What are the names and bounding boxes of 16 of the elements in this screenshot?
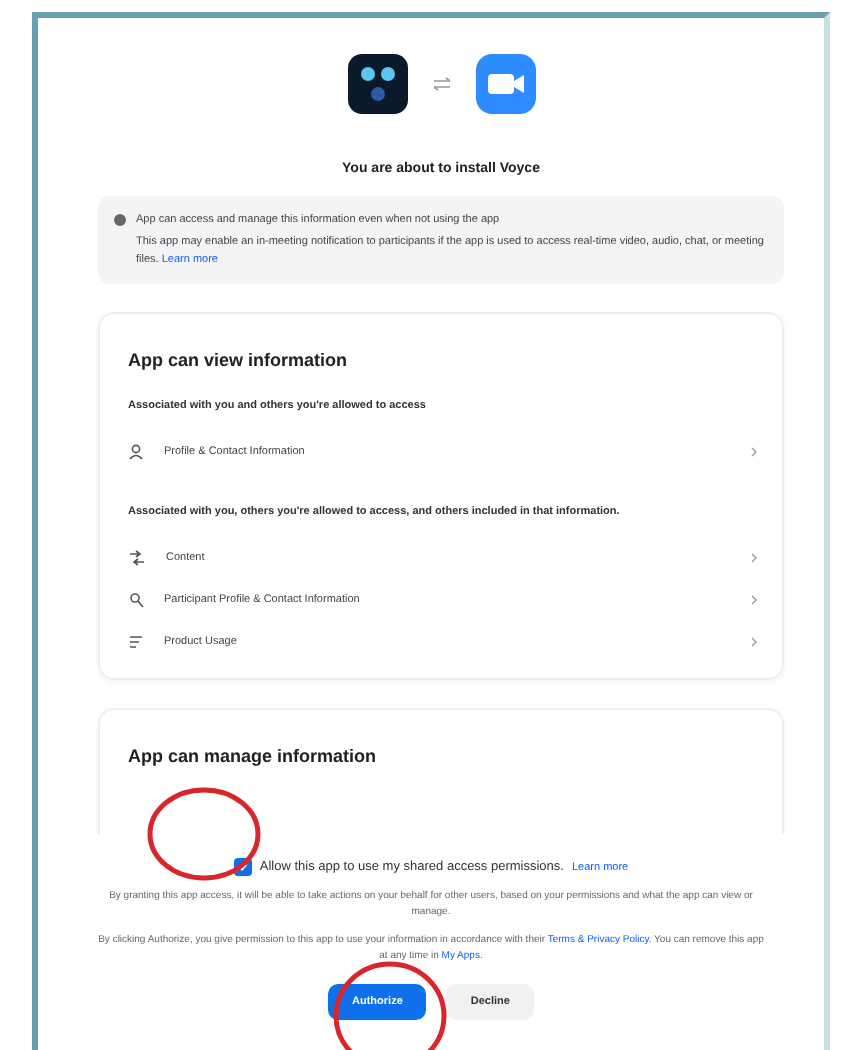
person-search-icon xyxy=(128,591,144,608)
card-title: App can manage information xyxy=(128,746,379,767)
annotation-circle xyxy=(144,784,264,884)
list-icon xyxy=(128,633,144,650)
card-title: App can view information xyxy=(128,349,350,370)
chevron-right-icon xyxy=(750,593,758,606)
check-icon xyxy=(237,862,248,872)
video-camera-logo-icon xyxy=(475,54,535,114)
chevron-right-icon xyxy=(750,551,758,564)
chevron-right-icon xyxy=(750,635,758,648)
app-logo-icon xyxy=(347,54,407,114)
info-icon xyxy=(114,214,126,227)
person-icon xyxy=(128,443,144,459)
exchange-icon xyxy=(431,76,451,92)
chevron-right-icon xyxy=(750,445,758,457)
transfer-icon xyxy=(128,549,146,566)
